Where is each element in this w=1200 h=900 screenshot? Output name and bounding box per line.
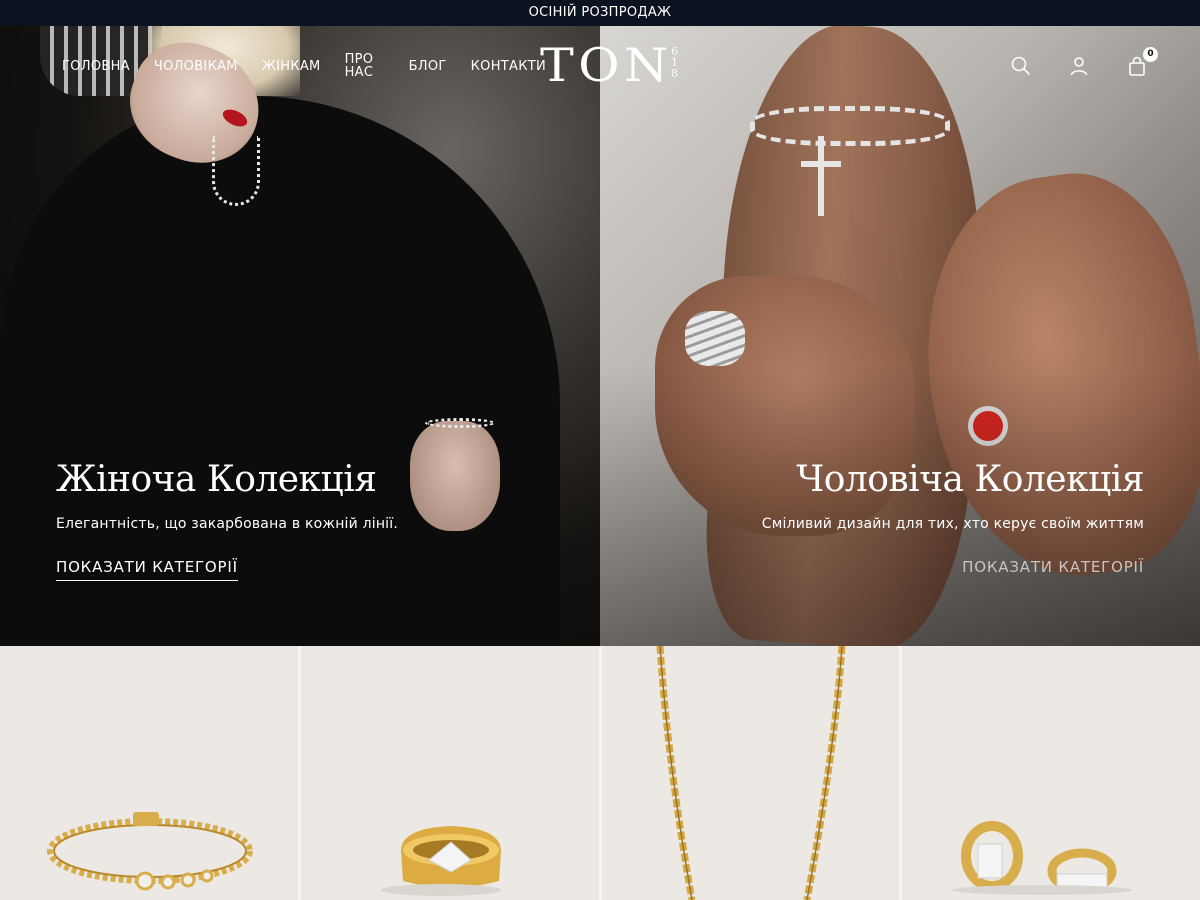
nav-item-women[interactable]: ЖІНКАМ	[262, 60, 321, 73]
chain-image	[656, 646, 845, 900]
men-collection-text: Чоловіча Колекція Сміливий дизайн для ти…	[761, 456, 1145, 580]
nav-item-men[interactable]: ЧОЛОВІКАМ	[154, 60, 238, 73]
ring-image	[380, 826, 501, 896]
model-hand	[410, 421, 500, 531]
nav-item-blog[interactable]: БЛОГ	[409, 60, 447, 73]
men-collection-subtitle: Сміливий дизайн для тих, хто керує своїм…	[761, 516, 1144, 532]
diamond-necklace	[212, 136, 260, 206]
header-icons: 0	[974, 26, 1158, 106]
cart-count-badge: 0	[1143, 47, 1158, 62]
women-collection-text: Жіноча Колекція Елегантність, що закарбо…	[56, 456, 398, 581]
bag-icon[interactable]: 0	[1126, 47, 1158, 77]
main-nav: ГОЛОВНА ЧОЛОВІКАМ ЖІНКАМ ПРО НАС БЛОГ КО…	[50, 26, 558, 106]
brand-logo[interactable]: TON 618	[540, 40, 679, 100]
product-card-earrings[interactable]	[899, 646, 1200, 900]
women-collection-title: Жіноча Колекція	[56, 459, 377, 500]
diamond-bracelet	[425, 418, 495, 428]
announcement-text: ОСІНІЙ РОЗПРОДАЖ	[528, 5, 672, 20]
men-collection-title: Чоловіча Колекція	[796, 459, 1144, 500]
product-grid	[0, 646, 1200, 900]
product-card-bracelet[interactable]	[0, 646, 298, 900]
announcement-bar: ОСІНІЙ РОЗПРОДАЖ	[0, 0, 1200, 26]
nav-item-home[interactable]: ГОЛОВНА	[62, 60, 130, 73]
product-card-ring[interactable]	[297, 646, 599, 900]
hero-section: Жіноча Колекція Елегантність, що закарбо…	[0, 26, 1200, 646]
logo-wordmark: TON	[540, 38, 673, 92]
women-collection-subtitle: Елегантність, що закарбована в кожній лі…	[56, 516, 399, 532]
user-icon[interactable]	[1068, 55, 1090, 77]
earrings-image	[952, 821, 1133, 895]
women-show-categories-link[interactable]: ПОКАЗАТИ КАТЕГОРІЇ	[56, 558, 238, 581]
men-show-categories-link[interactable]: ПОКАЗАТИ КАТЕГОРІЇ	[962, 558, 1144, 580]
bracelet-image	[47, 812, 253, 891]
search-icon[interactable]	[1010, 55, 1032, 77]
nav-item-about[interactable]: ПРО НАС	[345, 53, 385, 79]
nav-item-contacts[interactable]: КОНТАКТИ	[471, 60, 546, 73]
product-card-chain[interactable]	[598, 646, 900, 900]
